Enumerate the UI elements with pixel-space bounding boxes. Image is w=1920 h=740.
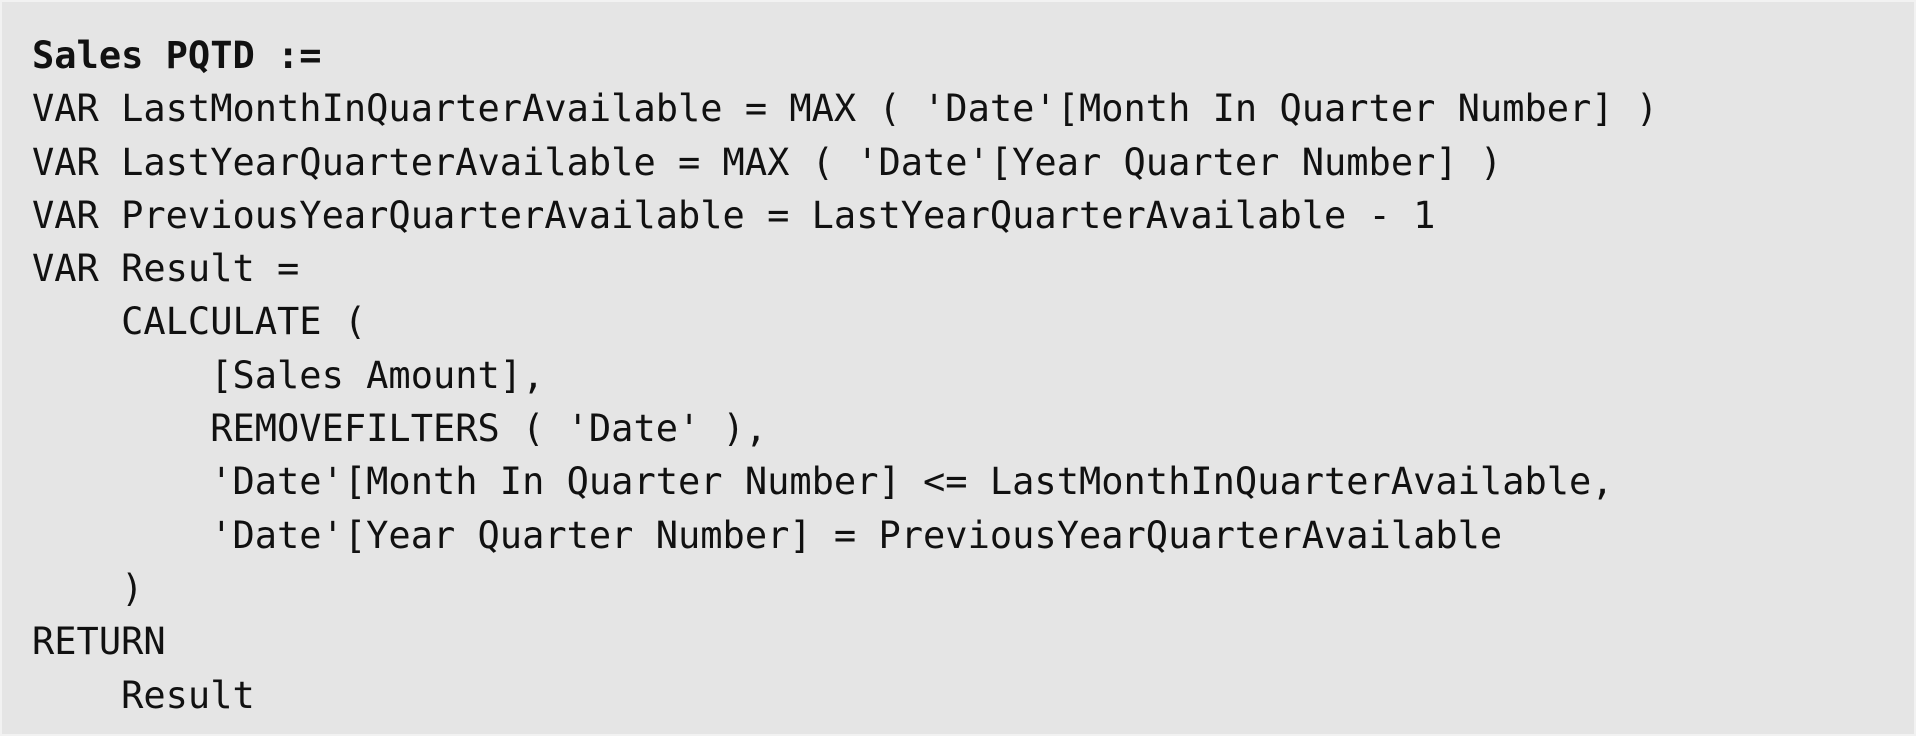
code-block: Sales PQTD := VAR LastMonthInQuarterAvail…	[32, 29, 1658, 722]
code-panel: Sales PQTD := VAR LastMonthInQuarterAvail…	[0, 0, 1916, 736]
code-line: VAR PreviousYearQuarterAvailable = LastY…	[32, 193, 1436, 237]
code-line: CALCULATE (	[32, 300, 367, 344]
code-line: VAR Result =	[32, 247, 300, 291]
code-line: 'Date'[Year Quarter Number] = PreviousYe…	[32, 513, 1503, 557]
code-line: 'Date'[Month In Quarter Number] <= LastM…	[32, 460, 1614, 504]
code-line: )	[32, 566, 144, 610]
code-line: [Sales Amount],	[32, 353, 545, 397]
code-line: REMOVEFILTERS ( 'Date' ),	[32, 407, 768, 451]
measure-definition-line: Sales PQTD :=	[32, 34, 322, 77]
code-line: VAR LastMonthInQuarterAvailable = MAX ( …	[32, 87, 1659, 131]
code-line: RETURN	[32, 620, 166, 664]
code-line: Result	[32, 673, 255, 717]
code-line: VAR LastYearQuarterAvailable = MAX ( 'Da…	[32, 140, 1503, 184]
